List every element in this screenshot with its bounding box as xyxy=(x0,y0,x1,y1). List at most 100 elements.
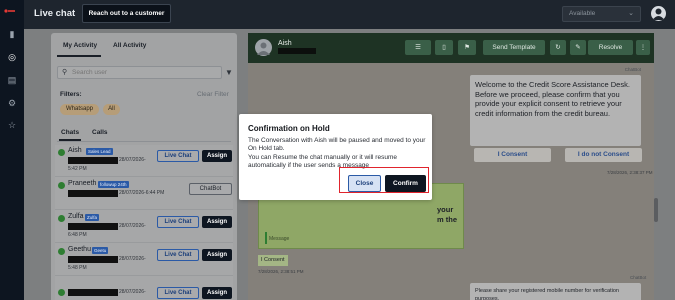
contact-name: Geethu xyxy=(68,246,91,253)
live-chat-button[interactable]: Live Chat xyxy=(157,216,199,228)
resolve-button[interactable]: Resolve xyxy=(588,40,633,55)
redacted-phone xyxy=(68,190,118,197)
more-button[interactable]: ⋮ xyxy=(636,40,650,55)
whatsapp-icon xyxy=(58,149,65,156)
contact-name: Aish xyxy=(278,40,292,47)
tab-my-activity[interactable]: My Activity xyxy=(63,42,97,49)
headset-icon[interactable]: ◎ xyxy=(6,51,18,63)
redacted-phone xyxy=(68,256,118,263)
tag-button[interactable]: ⚑ xyxy=(458,40,476,55)
i-do-not-consent-option[interactable]: I do not Consent xyxy=(565,148,642,162)
dialog-title: Confirmation on Hold xyxy=(248,124,330,133)
edit-button[interactable]: ✎ xyxy=(570,40,586,55)
close-button[interactable]: Close xyxy=(348,175,381,192)
confirm-button[interactable]: Confirm xyxy=(385,175,426,192)
settings-icon[interactable]: ⚙ xyxy=(6,97,18,109)
bot-message: Please share your registered mobile numb… xyxy=(470,283,641,300)
contact-name: Praneeth xyxy=(68,180,97,187)
tag-icon: ⚑ xyxy=(464,44,470,51)
live-chat-button[interactable]: Live Chat xyxy=(157,287,199,299)
message-text: Please share your registered mobile numb… xyxy=(475,288,619,300)
conversation-time: 5:48 PM xyxy=(68,265,87,271)
hold-icon: ☰ xyxy=(415,44,421,51)
sender-label: ChatBot xyxy=(624,67,641,72)
tab-chats[interactable]: Chats xyxy=(61,129,79,136)
conversation-time: 5:42 PM xyxy=(68,166,87,172)
chip-all[interactable]: All xyxy=(103,104,120,115)
page-title: Live chat xyxy=(34,8,76,19)
quoted-label: Message xyxy=(269,236,290,242)
chatbot-button[interactable]: ChatBot xyxy=(189,183,232,195)
tab-calls[interactable]: Calls xyxy=(92,129,108,136)
list-item[interactable]: Aish Sales Lead 28/07/2026- 5:42 PM Live… xyxy=(55,145,233,177)
conversation-date: 28/07/2026-6:44 PM xyxy=(119,190,165,196)
conversation-time: 6:48 PM xyxy=(68,232,87,238)
search-input[interactable] xyxy=(72,68,212,77)
edit-icon: ✎ xyxy=(575,44,581,51)
user-avatar-icon[interactable] xyxy=(651,6,666,21)
redacted-phone xyxy=(68,289,118,296)
refresh-icon: ↻ xyxy=(555,44,561,51)
divider xyxy=(57,141,231,142)
call-button[interactable]: ▯ xyxy=(435,40,453,55)
assign-button[interactable]: Assign xyxy=(202,150,232,162)
assign-button[interactable]: Assign xyxy=(202,216,232,228)
contact-name: Zulfa xyxy=(68,213,84,220)
filter-icon[interactable]: ▼ xyxy=(225,68,233,77)
scrollbar[interactable] xyxy=(654,198,658,222)
assign-button[interactable]: Assign xyxy=(202,287,232,299)
whatsapp-icon xyxy=(58,182,65,189)
redacted-phone xyxy=(278,48,316,54)
avatar xyxy=(255,39,272,56)
status-badge: Zulfa xyxy=(85,214,100,221)
live-chat-button[interactable]: Live Chat xyxy=(157,150,199,162)
whatsapp-icon xyxy=(58,289,65,296)
reach-out-button[interactable]: Reach out to a customer xyxy=(82,4,171,23)
conversation-list: Aish Sales Lead 28/07/2026- 5:42 PM Live… xyxy=(55,145,233,300)
contact-name: Aish xyxy=(68,147,82,154)
search-icon: ⚲ xyxy=(62,69,68,76)
list-item[interactable]: Geethu Geetu 28/07/2026- 5:48 PM Live Ch… xyxy=(55,244,233,276)
chip-whatsapp[interactable]: Whatsapp xyxy=(60,104,99,115)
document-icon[interactable]: ▤ xyxy=(6,74,18,86)
hold-button[interactable]: ☰ xyxy=(405,40,431,55)
conversation-date: 28/07/2026- xyxy=(119,157,146,163)
sender-label: ChatBot xyxy=(630,275,647,280)
status-badge: Geetu xyxy=(92,247,109,254)
list-item[interactable]: Zulfa Zulfa 28/07/2026- 6:48 PM Live Cha… xyxy=(55,211,233,243)
list-item[interactable]: 28/07/2026- Live Chat Assign xyxy=(55,277,233,300)
list-item[interactable]: Praneeth followup 24th 28/07/2026-6:44 P… xyxy=(55,178,233,210)
redacted-phone xyxy=(68,223,118,230)
conversation-date: 28/07/2026- xyxy=(119,223,146,229)
redacted-phone xyxy=(68,157,118,164)
star-icon[interactable]: ☆ xyxy=(6,119,18,131)
bot-message: ChatBot Welcome to the Credit Score Assi… xyxy=(470,67,641,146)
assign-button[interactable]: Assign xyxy=(202,249,232,261)
icon-rail: ▮ ◎ ▤ ⚙ ☆ xyxy=(0,0,24,300)
filters-label: Filters: xyxy=(60,91,82,98)
activity-panel: My Activity All Activity ⚲ ▼ Filters: Cl… xyxy=(51,33,237,300)
message-text: Welcome to the Credit Score Assistance D… xyxy=(475,80,630,118)
quote-bar xyxy=(265,232,267,244)
availability-dropdown[interactable]: Available ⌄ xyxy=(562,6,641,22)
timestamp: 7/28/2026, 2:38:37 PM xyxy=(607,170,653,175)
i-consent-option[interactable]: I Consent xyxy=(474,148,551,162)
chevron-down-icon: ⌄ xyxy=(628,10,634,17)
analytics-icon[interactable]: ▮ xyxy=(6,28,18,40)
logo-icon xyxy=(4,9,15,13)
more-vertical-icon: ⋮ xyxy=(639,44,647,51)
live-chat-button[interactable]: Live Chat xyxy=(157,249,199,261)
message-text: your m the xyxy=(437,205,458,224)
timestamp: 7/28/2026, 2:38:51 PM xyxy=(258,269,304,274)
send-template-button[interactable]: Send Template xyxy=(483,40,545,55)
chat-header: Aish ☰ ▯ ⚑ Send Template ↻ ✎ Resolve ⋮ xyxy=(248,33,654,63)
status-badge: followup 24th xyxy=(98,181,129,188)
active-tab-indicator xyxy=(57,55,101,57)
search-box[interactable]: ⚲ xyxy=(57,66,222,79)
availability-value: Available xyxy=(569,10,596,17)
tab-all-activity[interactable]: All Activity xyxy=(113,42,146,49)
clear-filter-link[interactable]: Clear Filter xyxy=(197,91,229,98)
whatsapp-icon xyxy=(58,248,65,255)
dialog-body: The Conversation with Aish will be pause… xyxy=(248,137,426,170)
refresh-button[interactable]: ↻ xyxy=(550,40,566,55)
